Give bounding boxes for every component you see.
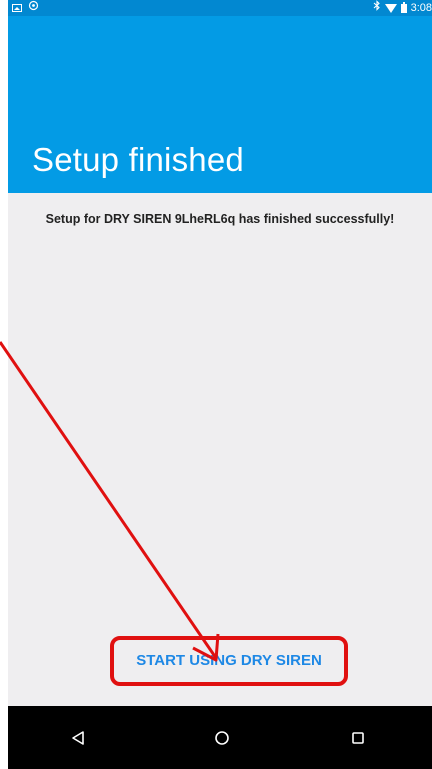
navigation-bar [8,706,432,769]
recent-apps-icon [352,731,364,744]
page-title: Setup finished [32,141,244,178]
image-icon [12,4,22,12]
home-icon [215,730,229,745]
bluetooth-icon [373,0,381,16]
status-left-icons [12,0,39,16]
status-time: 3:08 [410,2,432,14]
status-right-icons: 3:08 [373,0,432,16]
status-bar: 3:08 [8,0,432,16]
home-button[interactable] [192,706,252,769]
start-using-button[interactable]: START USING DRY SIREN [110,636,348,686]
setup-success-message: Setup for DRY SIREN 9LheRL6q has finishe… [45,212,395,226]
app-screen: 3:08 Setup finished Setup for DRY SIREN … [8,0,432,769]
recent-apps-button[interactable] [328,706,388,769]
back-icon [72,730,84,745]
sync-icon [28,0,39,16]
back-button[interactable] [48,706,108,769]
app-header: Setup finished [8,16,432,193]
battery-icon [400,1,407,13]
wifi-icon [384,3,397,13]
